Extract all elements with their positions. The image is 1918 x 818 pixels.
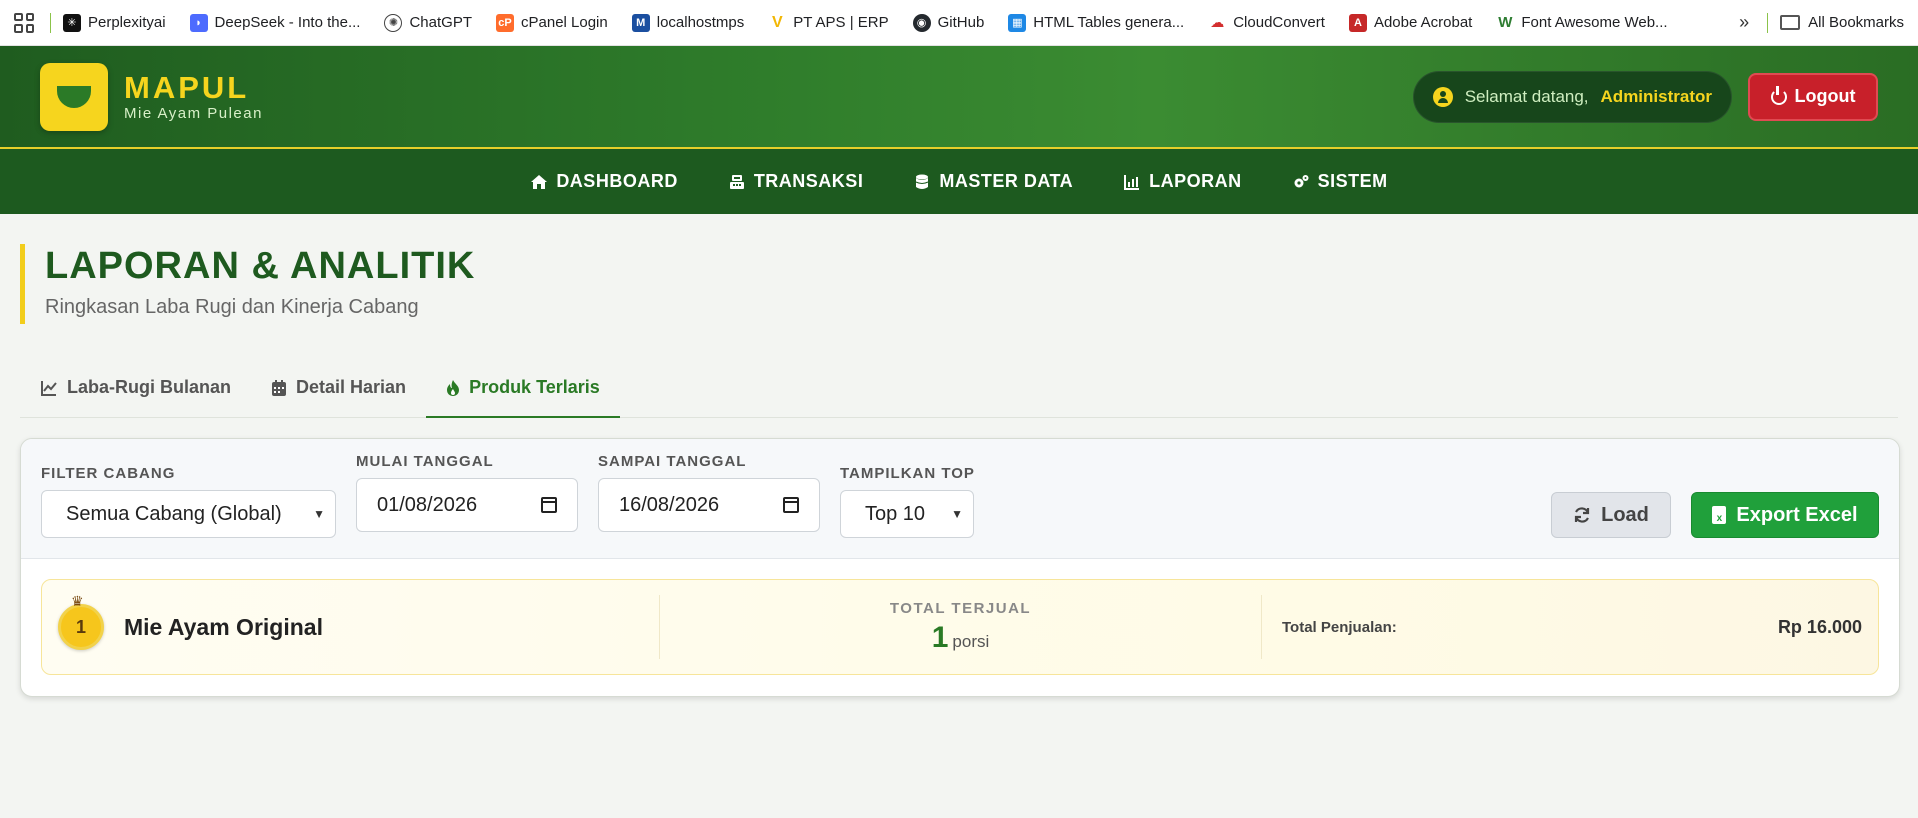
bookmarks-bar: ✳ Perplexityai ◗ DeepSeek - Into the... ✺ C… [0,0,1918,46]
brand: MAPUL Mie Ayam Pulean [124,70,263,123]
report-tabs: Laba-Rugi Bulanan Detail Harian Produk T… [20,358,1898,418]
sales-cell: Total Penjualan: Rp 16.000 [1262,617,1878,638]
acrobat-icon: A [1348,13,1367,32]
nav-sistem[interactable]: SISTEM [1292,171,1388,192]
bookmarks-divider-right [1767,12,1769,33]
chart-icon [1124,174,1140,190]
bowl-icon [57,79,91,108]
filter-sampai-label: SAMPAI TANGGAL [598,453,747,470]
sold-cell: TOTAL TERJUAL 1 porsi [660,595,1262,659]
bookmark-localhostmps[interactable]: Mlocalhostmps [631,13,744,32]
mps-icon: M [631,13,650,32]
calendar-icon [272,379,287,396]
welcome-badge: Selamat datang, Administrator [1412,70,1732,123]
rank-cell: ♛ 1 Mie Ayam Original [42,593,660,659]
product-row: ♛ 1 Mie Ayam Original TOTAL TERJUAL 1 por… [41,579,1879,675]
nav-master-data[interactable]: MASTER DATA [913,171,1073,192]
calendar-picker-icon[interactable] [783,497,799,513]
all-bookmarks-button[interactable]: All Bookmarks [1780,14,1904,31]
filter-bar: FILTER CABANG Semua Cabang (Global) ▼ MU… [21,439,1899,559]
sold-number: 1 [931,620,949,654]
brand-subtitle: Mie Ayam Pulean [124,105,263,122]
calendar-picker-icon[interactable] [541,497,557,513]
page-title: LAPORAN & ANALITIK [45,245,476,287]
product-name: Mie Ayam Original [124,613,323,640]
filter-mulai-label: MULAI TANGGAL [356,453,494,470]
load-button[interactable]: Load [1551,492,1671,538]
sales-label: Total Penjualan: [1282,618,1397,636]
cash-register-icon [729,174,744,189]
filter-cabang-label: FILTER CABANG [41,465,176,482]
logout-button[interactable]: Logout [1748,72,1878,121]
brand-name: MAPUL [124,70,250,105]
fontawesome-icon: W [1496,13,1515,32]
bookmark-deepseek[interactable]: ◗ DeepSeek - Into the... [189,13,360,32]
perplexity-icon: ✳ [63,13,81,32]
aps-icon: V [768,13,787,32]
home-icon [531,174,548,189]
page-subtitle: Ringkasan Laba Rugi dan Kinerja Cabang [45,296,419,318]
tab-detail-harian[interactable]: Detail Harian [251,358,426,417]
mulai-date-input[interactable]: 01/08/2026 [356,478,578,532]
top-select[interactable]: Top 10 ▼ [840,490,974,538]
deepseek-icon: ◗ [189,13,208,32]
filter-top: TAMPILKAN TOP Top 10 ▼ [840,465,975,538]
database-icon [916,174,929,189]
cabang-select[interactable]: Semua Cabang (Global) ▼ [41,490,336,538]
gears-icon [1294,174,1309,187]
user-circle-icon [1432,86,1453,107]
report-card: FILTER CABANG Semua Cabang (Global) ▼ MU… [20,438,1900,697]
fire-icon [447,379,460,396]
nav-transaksi[interactable]: TRANSAKSI [728,171,864,192]
page-content: LAPORAN & ANALITIK Ringkasan Laba Rugi d… [0,244,1918,697]
sold-unit: porsi [952,631,990,651]
power-icon [1770,85,1787,105]
table-icon: ▦ [1008,13,1027,32]
sold-label: TOTAL TERJUAL [889,599,1032,617]
sales-value: Rp 16.000 [1777,616,1862,637]
tab-laba-rugi-bulanan[interactable]: Laba-Rugi Bulanan [20,358,251,417]
product-list: ♛ 1 Mie Ayam Original TOTAL TERJUAL 1 por… [21,559,1899,695]
sold-value: 1 porsi [660,621,1261,655]
filter-mulai: MULAI TANGGAL 01/08/2026 [356,453,578,532]
bookmark-cloudconvert[interactable]: ☁ CloudConvert [1208,13,1325,32]
filter-sampai: SAMPAI TANGGAL 16/08/2026 [598,453,820,532]
filter-top-label: TAMPILKAN TOP [840,465,975,482]
bookmark-html-tables[interactable]: ▦ HTML Tables genera... [1008,13,1184,32]
refresh-icon [1575,507,1590,523]
cloudconvert-icon: ☁ [1208,13,1227,32]
chevron-down-icon: ▼ [951,507,963,521]
export-excel-button[interactable]: x Export Excel [1691,492,1879,538]
bookmark-adobe-acrobat[interactable]: A Adobe Acrobat [1348,13,1472,32]
rank-medal: ♛ 1 [58,593,104,650]
main-nav: DASHBOARD TRANSAKSI MASTER DATA LAPORAN … [0,147,1918,214]
apps-grid-icon[interactable] [14,12,34,33]
welcome-text: Selamat datang, [1464,86,1589,106]
crown-icon: ♛ [71,593,84,609]
folder-icon [1780,15,1801,30]
chatgpt-icon: ✺ [384,13,403,32]
cpanel-icon: cP [496,13,514,32]
tab-produk-terlaris[interactable]: Produk Terlaris [426,358,620,418]
logo[interactable] [40,62,108,131]
file-excel-icon: x [1712,506,1727,524]
bookmark-chatgpt[interactable]: ✺ ChatGPT [384,13,472,32]
more-bookmarks-icon[interactable]: » [1739,12,1749,33]
bookmark-pt-aps[interactable]: V PT APS | ERP [768,13,889,32]
user-name: Administrator [1600,86,1712,106]
nav-dashboard[interactable]: DASHBOARD [530,171,678,192]
app-header: MAPUL Mie Ayam Pulean Selamat datang, Ad… [0,46,1918,147]
bookmark-font-awesome[interactable]: W Font Awesome Web... [1496,13,1668,32]
bookmarks-divider [50,12,51,33]
bookmark-cpanel[interactable]: cP cPanel Login [496,13,608,32]
nav-laporan[interactable]: LAPORAN [1123,171,1242,192]
sampai-date-input[interactable]: 16/08/2026 [598,478,820,532]
chevron-down-icon: ▼ [313,507,325,521]
filter-cabang: FILTER CABANG Semua Cabang (Global) ▼ [41,465,336,538]
page-heading: LAPORAN & ANALITIK Ringkasan Laba Rugi d… [20,244,1898,324]
line-chart-icon [41,380,57,396]
bookmark-perplexity[interactable]: ✳ Perplexityai [63,13,166,32]
bookmark-github[interactable]: ◉ GitHub [912,13,984,32]
github-icon: ◉ [912,13,931,32]
